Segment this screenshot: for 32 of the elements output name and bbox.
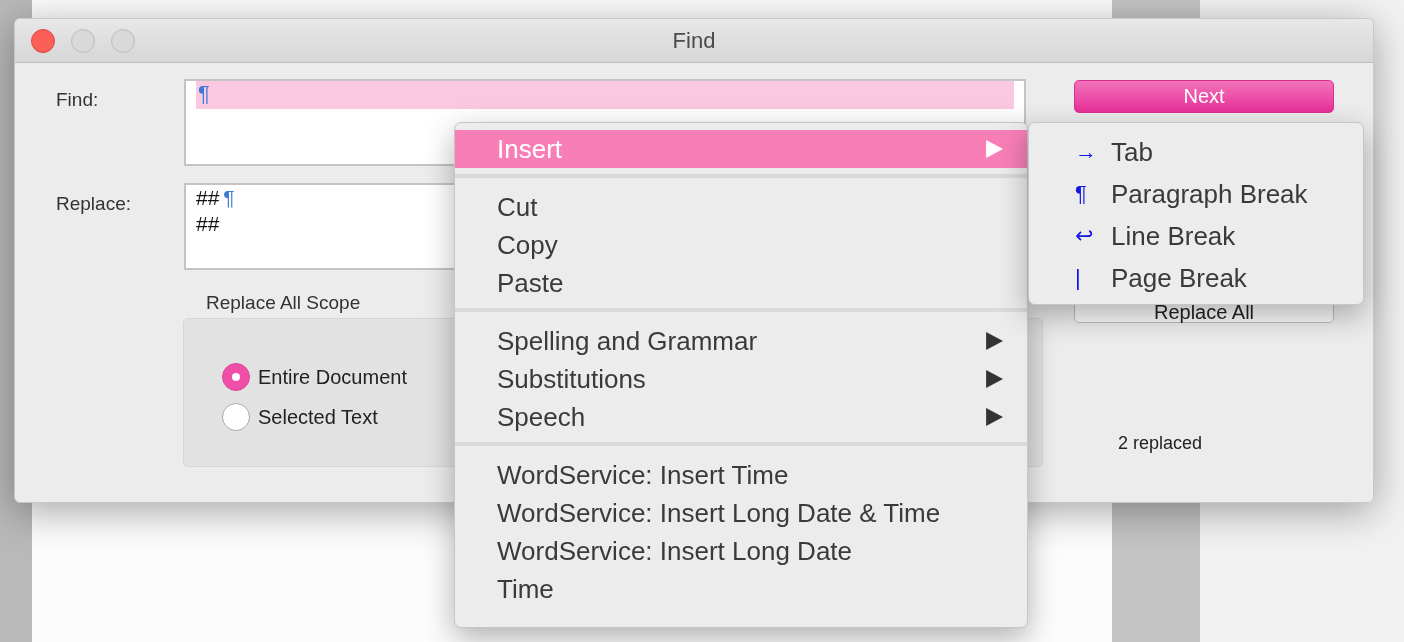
close-button[interactable]: [31, 28, 55, 53]
status-text: 2 replaced: [1118, 433, 1204, 454]
menu-item[interactable]: WordService: Insert Long Date: [455, 532, 1027, 570]
field-text: ##: [195, 211, 220, 237]
menu-item[interactable]: Substitutions: [455, 360, 1027, 398]
radio-button[interactable]: [222, 363, 250, 391]
group-title: Replace All Scope: [206, 292, 361, 314]
menu-item[interactable]: Spelling and Grammar: [455, 322, 1027, 360]
zoom-button[interactable]: [111, 28, 135, 53]
field-text: ## ¶: [195, 185, 235, 211]
radio-label[interactable]: Selected Text: [258, 405, 378, 429]
menu-item[interactable]: ¶ Paragraph Break: [1029, 173, 1363, 215]
menu-item[interactable]: → Tab: [1029, 131, 1363, 173]
menu-item[interactable]: Copy: [455, 226, 1027, 264]
window-title: Find: [671, 27, 717, 54]
menu-item[interactable]: Cut: [455, 188, 1027, 226]
radio-label[interactable]: Entire Document: [258, 365, 407, 389]
field-text: ¶: [197, 81, 210, 106]
field-label: Find:: [56, 88, 99, 111]
menu-item[interactable]: Time: [455, 570, 1027, 608]
symbol-glyph: ↩: [1075, 223, 1095, 249]
menu-item[interactable]: Speech: [455, 398, 1027, 436]
menu-item[interactable]: ↩ Line Break: [1029, 215, 1363, 257]
menu-item[interactable]: WordService: Insert Long Date & Time: [455, 494, 1027, 532]
symbol-glyph: |: [1075, 265, 1082, 291]
symbol-glyph: ¶: [1075, 181, 1088, 207]
menu-item[interactable]: WordService: Insert Time: [455, 456, 1027, 494]
radio-button[interactable]: [222, 403, 250, 431]
minimize-button[interactable]: [71, 28, 95, 53]
menu-item[interactable]: Paste: [455, 264, 1027, 302]
symbol-glyph: →: [1075, 139, 1098, 165]
field-label: Replace:: [56, 192, 131, 215]
